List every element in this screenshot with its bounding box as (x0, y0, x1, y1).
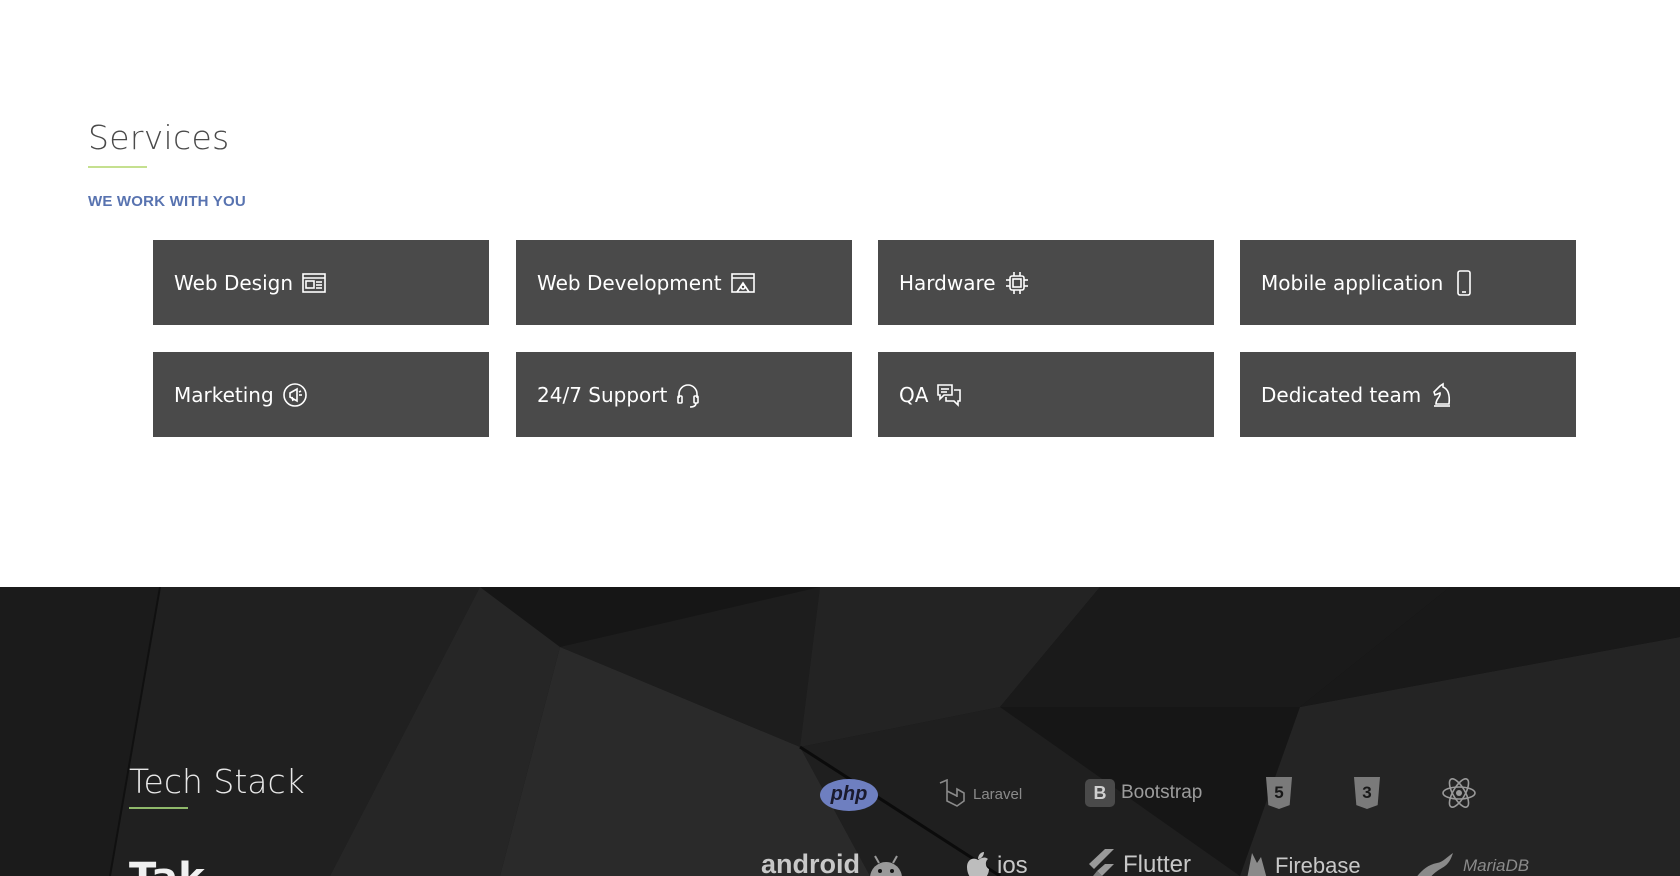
service-card-web-development[interactable]: Web Development (516, 240, 852, 325)
firebase-logo: Firebase (1245, 851, 1361, 876)
mariadb-seal-icon (1417, 853, 1453, 876)
flutter-logo-text: Flutter (1123, 851, 1192, 876)
apple-icon (967, 852, 989, 876)
services-subtitle: WE WORK WITH YOU (88, 193, 246, 210)
android-logo: android (761, 849, 906, 876)
service-card-marketing[interactable]: Marketing (153, 352, 489, 437)
tech-stack-heading: Tak (129, 855, 205, 876)
services-section: Services WE WORK WITH YOU Web Design Web… (0, 0, 1680, 587)
laravel-icon (939, 779, 965, 807)
services-title-underline (88, 166, 147, 168)
mariadb-logo-text: MariaDB (1463, 856, 1530, 875)
php-logo-text: php (820, 779, 878, 811)
service-card-label: QA (899, 382, 929, 407)
web-development-icon (730, 270, 756, 296)
services-title: Services (88, 118, 230, 157)
service-card-label: 24/7 Support (537, 382, 668, 407)
react-logo (1441, 775, 1477, 811)
service-card-support[interactable]: 24/7 Support (516, 352, 852, 437)
marketing-icon (282, 382, 308, 408)
react-icon (1442, 778, 1476, 808)
service-card-label: Dedicated team (1261, 382, 1422, 407)
ios-logo: ios (965, 851, 1028, 876)
android-logo-text: android (761, 849, 860, 876)
service-card-hardware[interactable]: Hardware (878, 240, 1214, 325)
css3-logo-text: 3 (1354, 777, 1380, 809)
tech-stack-title: Tech Stack (129, 762, 305, 801)
laravel-logo-text: Laravel (973, 785, 1023, 803)
tech-stack-underline (129, 807, 188, 809)
firebase-icon (1247, 853, 1267, 876)
bootstrap-logo-text: Bootstrap (1121, 782, 1203, 803)
service-card-label: Web Development (537, 270, 722, 295)
chess-knight-icon (1429, 382, 1455, 408)
geometric-background (0, 587, 1680, 876)
firebase-logo-text: Firebase (1275, 853, 1361, 876)
service-card-label: Hardware (899, 270, 996, 295)
web-design-icon (301, 270, 327, 296)
service-card-qa[interactable]: QA (878, 352, 1214, 437)
ios-logo-text: ios (997, 852, 1028, 876)
service-card-label: Mobile application (1261, 270, 1444, 295)
mariadb-logo: MariaDB (1413, 851, 1529, 876)
bootstrap-icon: B (1085, 779, 1115, 807)
php-logo: php (820, 779, 878, 811)
headset-icon (675, 382, 701, 408)
tech-stack-section: Tech Stack Tak php Laravel B Bootstrap 5… (0, 587, 1680, 876)
html5-logo-text: 5 (1266, 777, 1292, 809)
flutter-icon (1089, 849, 1114, 876)
laravel-logo: Laravel (937, 779, 1022, 809)
android-robot-icon (870, 855, 902, 876)
flutter-logo: Flutter (1087, 849, 1191, 876)
service-card-label: Web Design (174, 270, 294, 295)
css3-logo: 3 (1354, 777, 1380, 809)
html5-logo: 5 (1266, 777, 1292, 809)
service-card-web-design[interactable]: Web Design (153, 240, 489, 325)
service-card-dedicated-team[interactable]: Dedicated team (1240, 352, 1576, 437)
service-card-label: Marketing (174, 382, 274, 407)
chat-bubbles-icon (936, 382, 962, 408)
service-card-mobile-application[interactable]: Mobile application (1240, 240, 1576, 325)
bootstrap-logo: B Bootstrap (1085, 779, 1202, 807)
chip-icon (1004, 270, 1030, 296)
mobile-phone-icon (1451, 269, 1477, 296)
